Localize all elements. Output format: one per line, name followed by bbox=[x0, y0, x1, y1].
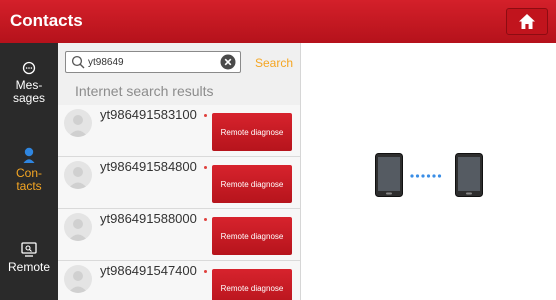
search-field bbox=[65, 51, 241, 73]
remote-diagnose-button[interactable]: Remote diagnose bbox=[212, 113, 292, 151]
remote-diagnose-button[interactable]: Remote diagnose bbox=[212, 165, 292, 203]
page-title: Contacts bbox=[10, 11, 83, 30]
home-icon bbox=[519, 14, 535, 29]
person-icon bbox=[23, 147, 35, 163]
chat-bubble-icon bbox=[22, 61, 36, 75]
remote-diagnose-button[interactable]: Remote diagnose bbox=[212, 217, 292, 255]
contact-name: yt986491584800 bbox=[100, 159, 197, 174]
connection-dots-icon bbox=[410, 174, 442, 178]
title-bar: Contacts bbox=[0, 0, 556, 43]
connection-illustration bbox=[301, 43, 556, 300]
avatar bbox=[64, 213, 92, 241]
contact-name: yt986491583100 bbox=[100, 107, 197, 122]
sidebar-item-label: tacts bbox=[16, 179, 42, 193]
sidebar-item-remote[interactable]: Remote bbox=[0, 242, 58, 274]
table-row[interactable]: yt986491588000 Remote diagnose bbox=[58, 209, 300, 261]
section-title: Internet search results bbox=[75, 83, 214, 99]
avatar bbox=[64, 109, 92, 137]
search-input[interactable] bbox=[88, 54, 212, 70]
contacts-panel: Search Internet search results yt9864915… bbox=[58, 43, 300, 300]
home-button[interactable] bbox=[506, 8, 548, 35]
sidebar-item-contacts[interactable]: Con- tacts bbox=[0, 147, 58, 193]
avatar bbox=[64, 265, 92, 293]
contact-name: yt986491547400 bbox=[100, 263, 197, 278]
search-icon bbox=[71, 55, 85, 69]
status-dot bbox=[204, 218, 207, 221]
status-dot bbox=[204, 166, 207, 169]
tablet-icon bbox=[455, 153, 483, 197]
table-row[interactable]: yt986491584800 Remote diagnose bbox=[58, 157, 300, 209]
sidebar-item-label: sages bbox=[12, 91, 46, 105]
contact-name: yt986491588000 bbox=[100, 211, 197, 226]
search-button[interactable]: Search bbox=[255, 56, 293, 70]
status-dot bbox=[204, 114, 207, 117]
tablet-icon bbox=[375, 153, 403, 197]
remote-diagnose-button[interactable]: Remote diagnose bbox=[212, 269, 292, 300]
remote-screen-icon bbox=[21, 242, 37, 257]
sidebar-item-messages[interactable]: Mes- sages bbox=[0, 61, 58, 105]
table-row[interactable]: yt986491583100 Remote diagnose bbox=[58, 105, 300, 157]
clear-search-icon[interactable] bbox=[220, 54, 236, 70]
sidebar: Mes- sages Con- tacts Remote bbox=[0, 43, 58, 300]
avatar bbox=[64, 161, 92, 189]
status-dot bbox=[204, 270, 207, 273]
sidebar-item-label: Remote bbox=[7, 260, 51, 274]
table-row[interactable]: yt986491547400 Remote diagnose bbox=[58, 261, 300, 300]
